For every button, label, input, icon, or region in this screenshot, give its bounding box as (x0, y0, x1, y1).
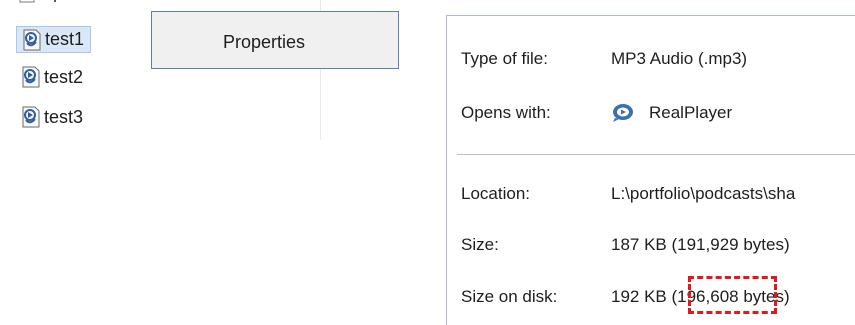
realplayer-file-icon (22, 106, 40, 128)
file-item-label: test3 (44, 106, 84, 127)
context-menu: Properties (151, 11, 399, 69)
size-value: 187 KB (191,929 bytes) (611, 235, 790, 254)
menu-item-properties[interactable]: Properties (223, 32, 305, 53)
opens-with-label: Opens with: (461, 103, 551, 122)
size-on-disk-label: Size on disk: (461, 287, 558, 306)
file-item-label: test2 (44, 66, 84, 87)
location-value: L:\portfolio\podcasts\sha (611, 184, 796, 203)
file-item-test1[interactable]: test1 (16, 26, 92, 53)
properties-dialog: Type of file: MP3 Audio (.mp3) Opens wit… (446, 15, 855, 325)
file-item-test3[interactable]: test3 (20, 104, 83, 130)
type-of-file-value: MP3 Audio (.mp3) (611, 49, 748, 68)
separator-line (457, 154, 855, 155)
opens-with-app-name: RealPlayer (649, 103, 733, 122)
realplayer-file-icon (23, 29, 41, 50)
size-on-disk-value: 192 KB (196,608 bytes) (611, 287, 790, 306)
location-label: Location: (461, 184, 530, 203)
file-item-label: test1 (45, 29, 85, 49)
realplayer-file-icon (22, 66, 40, 88)
size-label: Size: (461, 235, 499, 254)
type-of-file-label: Type of file: (461, 49, 548, 68)
opens-with-value[interactable]: RealPlayer (611, 103, 732, 123)
realplayer-app-icon (613, 104, 633, 122)
partial-row-top (19, 0, 56, 3)
screenshot-canvas: test1 test2 test3 Properties Type of fil… (0, 0, 855, 325)
file-item-test2[interactable]: test2 (20, 64, 83, 90)
